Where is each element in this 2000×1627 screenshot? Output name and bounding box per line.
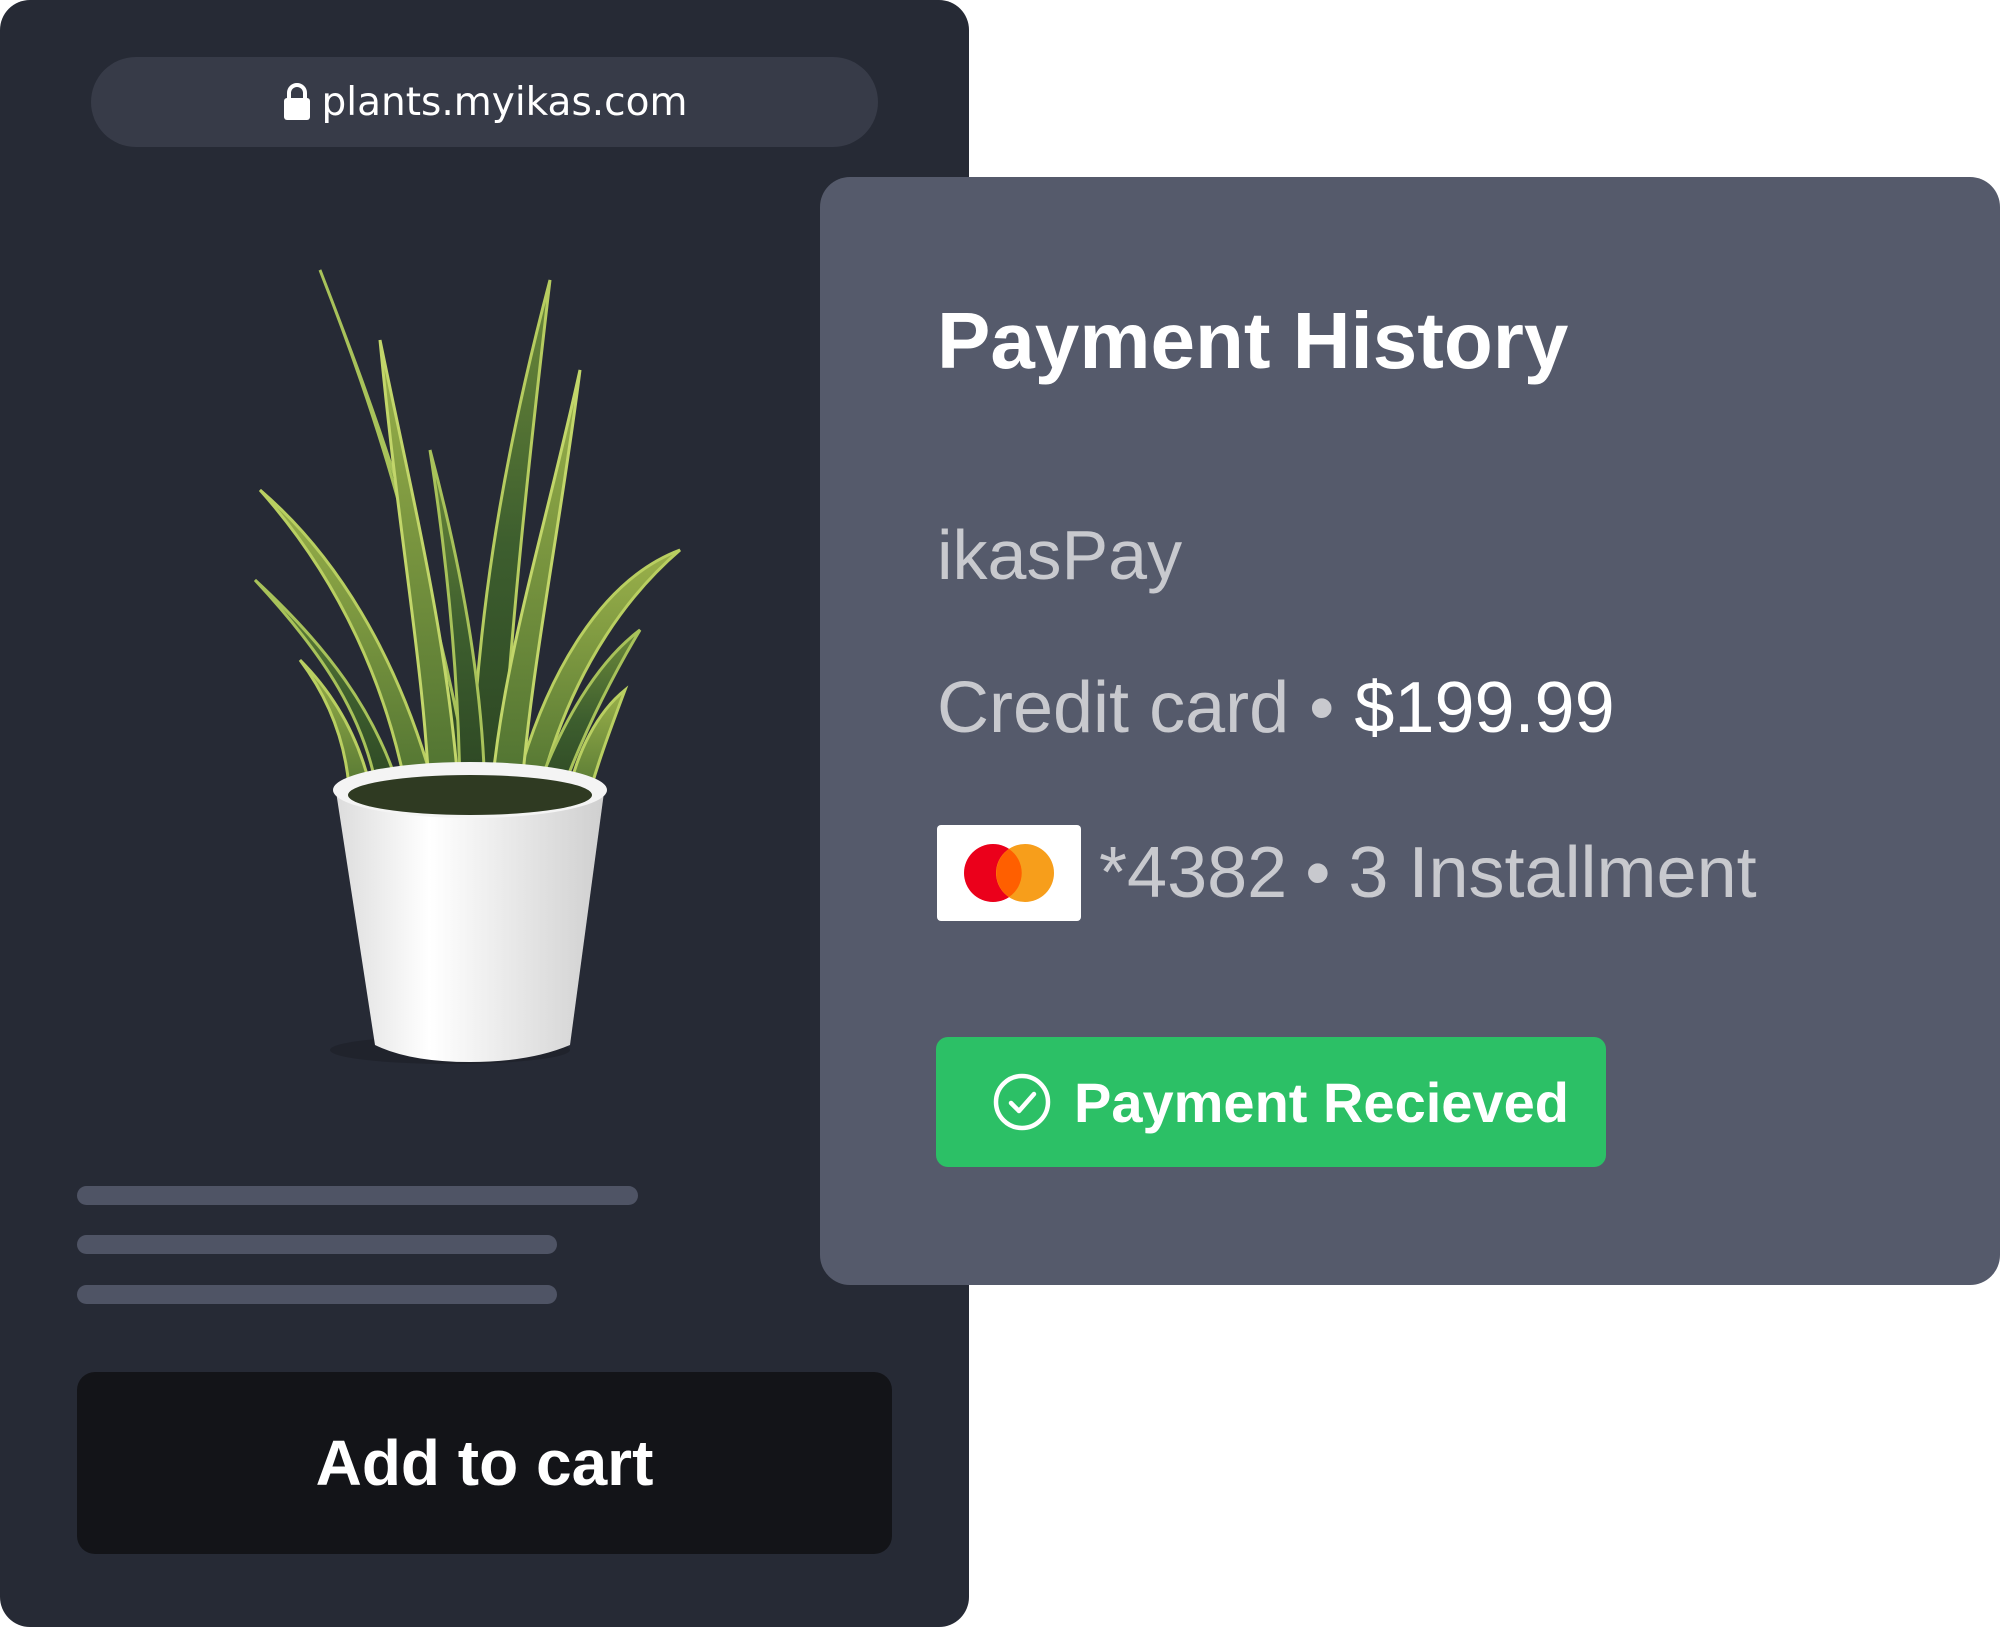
check-circle-icon	[993, 1073, 1051, 1131]
lock-icon	[283, 83, 310, 120]
payment-status-badge: Payment Recieved	[936, 1037, 1606, 1167]
description-line	[77, 1186, 638, 1205]
payment-provider: ikasPay	[937, 516, 1183, 594]
payment-status-label: Payment Recieved	[1074, 1070, 1569, 1134]
separator-dot: •	[1305, 833, 1331, 913]
installment-count: 3 Installment	[1348, 833, 1757, 913]
payment-method: Credit card	[937, 668, 1290, 748]
url-text: plants.myikas.com	[321, 79, 688, 125]
snake-plant-illustration	[253, 269, 681, 1064]
payment-amount: $199.99	[1354, 668, 1615, 748]
add-to-cart-button[interactable]: Add to cart	[77, 1372, 892, 1554]
description-line	[77, 1285, 557, 1304]
card-details-line: *4382 • 3 Installment	[937, 825, 1757, 921]
separator-dot: •	[1309, 668, 1335, 748]
mastercard-logo-icon	[937, 825, 1081, 921]
description-line	[77, 1235, 557, 1254]
payment-history-title: Payment History	[937, 296, 1569, 385]
product-image[interactable]	[200, 250, 720, 1070]
card-last-digits: *4382	[1099, 833, 1288, 913]
payment-method-line: Credit card • $199.99	[937, 667, 1615, 749]
payment-history-card: Payment History ikasPay Credit card • $1…	[820, 177, 2000, 1285]
address-bar[interactable]: plants.myikas.com	[91, 57, 878, 147]
